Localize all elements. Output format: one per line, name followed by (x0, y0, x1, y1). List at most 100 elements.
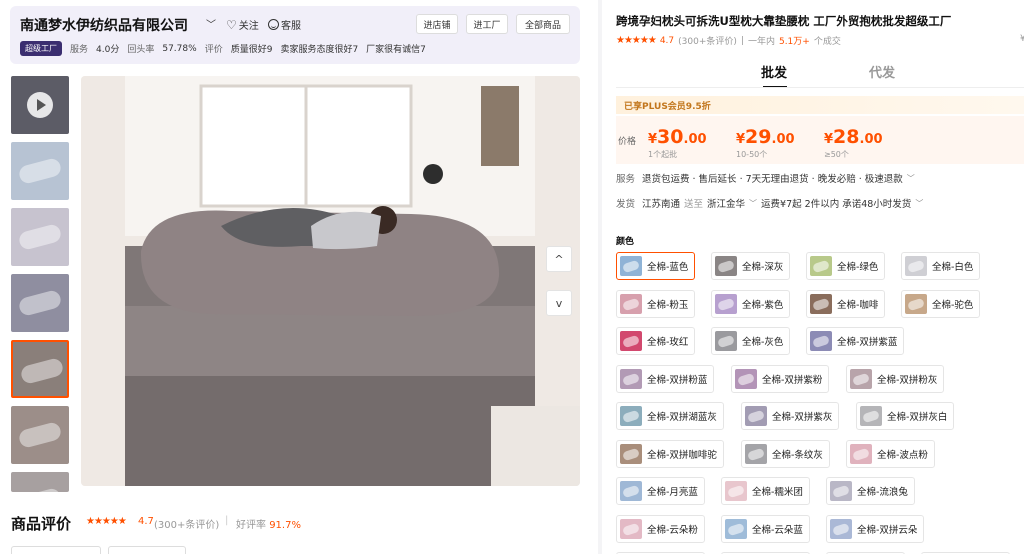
ship-label: 发货 (616, 199, 636, 210)
price-tier-2-note: 10-50个 (736, 150, 768, 159)
color-option[interactable]: 全棉-双拼粉蓝 (616, 364, 715, 393)
color-thumbnail (715, 256, 737, 276)
color-thumbnail (810, 331, 832, 351)
price-tier-1-note: 1个起批 (648, 150, 678, 159)
image-thumbnail[interactable] (11, 142, 69, 200)
color-option-label: 全棉-糯米团 (752, 487, 803, 498)
color-thumbnail (620, 293, 642, 314)
chevron-down-icon[interactable]: ﹀ (206, 16, 216, 31)
color-option[interactable]: 全棉-双拼紫蓝 (806, 327, 905, 355)
color-option[interactable]: 全棉-双拼咖啡驼 (616, 439, 724, 468)
product-review-count[interactable]: (300+条评价) (678, 34, 737, 47)
color-option[interactable]: 全棉-粉玉 (616, 289, 696, 318)
left-column: 南通梦水伊纺织品有限公司 ﹀ ♡ 关注 客服 进店铺 进工厂 全部商品 超级工厂… (0, 0, 598, 554)
review-filter-tab[interactable] (108, 546, 186, 554)
follow-button[interactable]: ♡ 关注 (226, 17, 259, 33)
pillow-photo (81, 76, 580, 486)
image-thumbnail[interactable] (11, 472, 69, 492)
chevron-down-icon: v (555, 296, 563, 310)
tag-quality: 质量很好9 (230, 45, 273, 55)
price-tier-3-note: ≥50个 (824, 150, 849, 159)
smile-icon (268, 19, 279, 30)
super-factory-badge: 超级工厂 (20, 41, 62, 56)
video-thumbnail[interactable] (11, 76, 69, 134)
image-thumbnail[interactable] (11, 208, 69, 266)
color-option-label: 全棉-蓝色 (647, 262, 689, 273)
image-thumbnail[interactable] (11, 274, 69, 332)
service-score: 4.0分 (96, 45, 120, 55)
image-thumbnail[interactable] (11, 406, 69, 464)
chevron-down-icon[interactable]: ﹀ (907, 173, 915, 184)
color-option-label: 全棉-双拼粉灰 (877, 374, 938, 386)
review-count[interactable]: (300+条评价) (154, 516, 219, 531)
color-thumbnail (850, 368, 872, 389)
color-thumbnail (620, 481, 642, 501)
color-option-label: 全棉-云朵粉 (647, 524, 698, 536)
chevron-down-icon[interactable]: ﹀ (749, 198, 757, 209)
color-option-label: 全棉-双拼湖蓝灰 (647, 412, 717, 423)
good-rate-value: 91.7% (269, 520, 301, 531)
enter-factory-button[interactable]: 进工厂 (466, 14, 508, 34)
color-thumbnail (620, 331, 642, 351)
color-option[interactable]: 全棉-咖啡 (806, 289, 886, 318)
color-option[interactable]: 全棉-绿色 (806, 252, 886, 280)
prev-image-button[interactable]: ^ (546, 246, 572, 272)
customer-service-button[interactable]: 客服 (268, 17, 301, 32)
pillow-shape (17, 222, 63, 252)
color-option[interactable]: 全棉-蓝色 (616, 252, 696, 280)
tag-honesty: 厂家很有诚信7 (366, 45, 426, 55)
color-option[interactable]: 全棉-深灰 (711, 252, 791, 280)
shop-stats: 超级工厂 服务 4.0分 回头率 57.78% 评价 质量很好9 卖家服务态度很… (20, 41, 426, 56)
ship-to-word: 送至 (684, 199, 704, 210)
color-option[interactable]: 全棉-白色 (901, 252, 981, 280)
image-thumbnail[interactable] (11, 340, 69, 398)
color-thumbnail (620, 443, 642, 464)
color-option[interactable]: 全棉-驼色 (901, 289, 981, 318)
color-option[interactable]: 全棉-双拼紫粉 (731, 364, 830, 393)
pillow-shape (17, 156, 63, 186)
tab-wholesale[interactable]: 批发 (761, 62, 787, 81)
chevron-down-icon[interactable]: ﹀ (915, 198, 923, 209)
next-image-button[interactable]: v (546, 290, 572, 316)
color-option-label: 全棉-咖啡 (837, 299, 879, 311)
color-option[interactable]: 全棉-糯米团 (721, 477, 810, 505)
color-option[interactable]: 全棉-流浪兔 (826, 477, 915, 505)
color-thumbnail (860, 406, 882, 426)
color-option[interactable]: 全棉-条纹灰 (741, 439, 830, 468)
shop-name[interactable]: 南通梦水伊纺织品有限公司 (20, 15, 188, 35)
ship-to-select[interactable]: 浙江金华 (707, 196, 745, 210)
price-label: 价格 (618, 137, 637, 147)
color-option[interactable]: 全棉-双拼紫灰 (741, 402, 840, 430)
color-option[interactable]: 全棉-玫红 (616, 327, 696, 355)
star-rating-icon: ★★★★★ (616, 35, 657, 46)
color-option[interactable]: 全棉-双拼灰白 (856, 402, 955, 430)
color-option[interactable]: 全棉-双拼湖蓝灰 (616, 402, 724, 430)
enter-store-button[interactable]: 进店铺 (416, 14, 458, 34)
pillow-shape (19, 356, 65, 386)
color-option[interactable]: 全棉-云朵蓝 (721, 514, 810, 543)
reviews-title: 商品评价 (11, 515, 72, 533)
color-option-label: 全棉-驼色 (932, 299, 974, 311)
pillow-shape (17, 486, 63, 492)
tab-dropship[interactable]: 代发 (869, 62, 895, 81)
color-option[interactable]: 全棉-双拼粉灰 (846, 364, 945, 393)
color-option-label: 全棉-双拼紫粉 (762, 374, 823, 386)
color-option-label: 全棉-波点粉 (877, 449, 928, 461)
right-edge-glyph: ¥ (1020, 34, 1024, 44)
color-option-label: 全棉-双拼咖啡驼 (647, 449, 717, 461)
color-thumbnail (725, 518, 747, 539)
color-option[interactable]: 全棉-波点粉 (846, 439, 935, 468)
plus-member-banner: 已享PLUS会员9.5折 (616, 96, 1024, 114)
review-filter-tab[interactable] (11, 546, 101, 554)
service-row[interactable]: 服务 退货包运费 · 售后延长 · 7天无理由退货 · 晚发必赔 · 极速退款 … (616, 171, 915, 186)
color-thumbnail (830, 518, 852, 539)
thumbnail-list (11, 76, 69, 500)
all-products-button[interactable]: 全部商品 (516, 14, 570, 34)
main-product-image[interactable] (81, 76, 580, 486)
color-option[interactable]: 全棉-紫色 (711, 289, 791, 318)
color-option[interactable]: 全棉-灰色 (711, 327, 791, 355)
color-option[interactable]: 全棉-双拼云朵 (826, 514, 925, 543)
color-option[interactable]: 全棉-月亮蓝 (616, 477, 705, 505)
color-option-label: 全棉-月亮蓝 (647, 487, 698, 498)
color-option[interactable]: 全棉-云朵粉 (616, 514, 705, 543)
